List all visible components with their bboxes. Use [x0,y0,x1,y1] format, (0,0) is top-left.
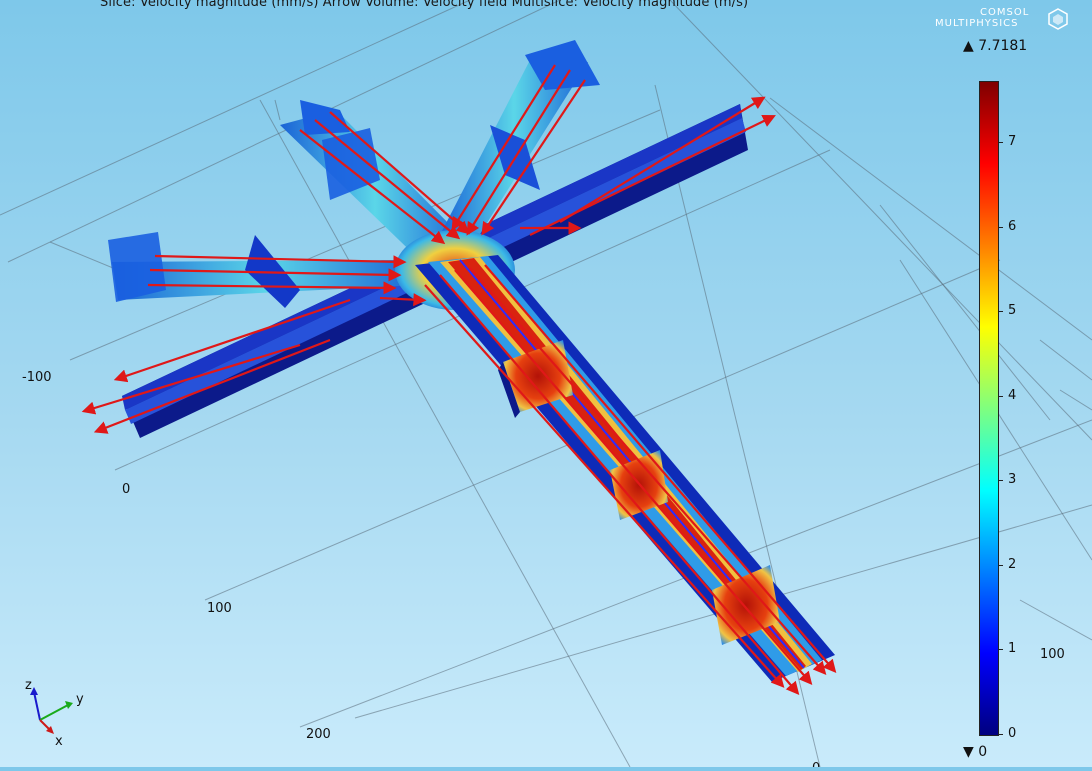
axis-tick-bottom-0: 0 [812,761,820,767]
plot-title: Slice: Velocity magnitude (mm/s) Arrow V… [100,0,749,10]
colorbar-tick: 7 [997,134,1017,149]
triad-y-label: y [76,692,84,707]
triad-x-label: x [55,734,63,749]
comsol-logo: COMSOL MULTIPHYSICS [935,6,1075,36]
graphics-viewport[interactable]: -100 0 100 200 100 0 Slice: Velocity mag… [0,0,1092,771]
axis-tick-0: 0 [122,482,130,497]
colorbar-tick: 2 [997,557,1017,572]
axis-tick-200: 200 [306,727,331,742]
logo-line1: COMSOL [980,7,1030,18]
colorbar-max-label: ▲ 7.7181 [963,38,1028,54]
comsol-logo-icon [1048,8,1068,30]
colorbar-tick: 6 [997,219,1017,234]
axis-tick-100: 100 [207,601,232,616]
colorbar [979,81,999,736]
axis-tick-neg100: -100 [22,370,52,385]
axis-triad: z y x [25,678,84,749]
colorbar-tick: 3 [997,472,1017,487]
colorbar-tick: 0 [997,726,1017,741]
colorbar-tick: 1 [997,641,1017,656]
colorbar-ticks: 0 1 2 3 4 5 6 7 [997,81,1038,741]
3d-scene[interactable]: -100 0 100 200 100 0 [0,0,1092,771]
colorbar-tick: 5 [997,303,1017,318]
colorbar-tick: 4 [997,388,1017,403]
triad-z-label: z [25,678,32,693]
colorbar-min-label: ▼ 0 [963,744,988,760]
logo-line2: MULTIPHYSICS [935,18,1019,29]
axis-tick-right-100: 100 [1040,647,1065,662]
